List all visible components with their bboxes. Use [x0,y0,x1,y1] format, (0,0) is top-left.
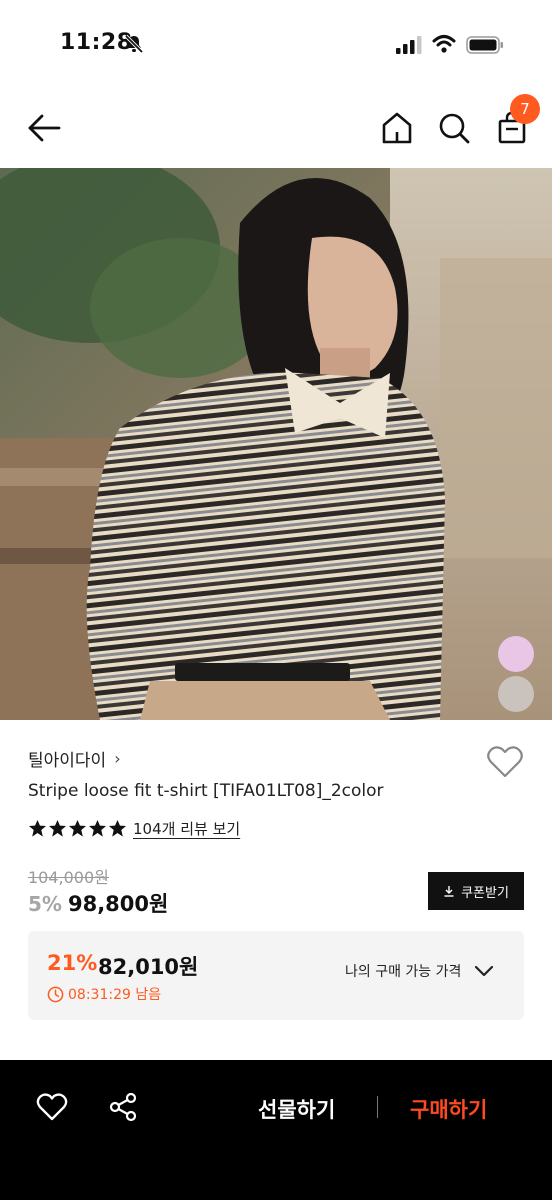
star-icon [108,819,127,837]
star-icon [88,819,107,837]
search-icon[interactable] [437,110,471,146]
rating-row: 104개 리뷰 보기 [28,818,240,839]
chevron-down-icon [475,965,494,977]
back-arrow-icon[interactable] [26,110,62,146]
star-icon [28,819,47,837]
star-icon [48,819,67,837]
heart-icon[interactable] [486,744,524,780]
my-price-toggle[interactable]: 나의 구매 가능 가격 [345,961,495,981]
clock-icon [47,986,64,1002]
original-price: 104,000원 [28,868,109,887]
gift-button[interactable]: 선물하기 [258,1094,335,1124]
rating-stars [28,819,127,838]
chevron-right-icon: › [114,749,121,768]
cellular-signal-icon [396,36,422,54]
my-price-toggle-label: 나의 구매 가능 가격 [345,964,462,980]
product-title: Stripe loose fit t-shirt [TIFA01LT08]_2c… [28,781,384,801]
countdown-timer: 08:31:29 남음 [68,987,162,1003]
my-price-rate: 21% [47,951,98,975]
sale-price-row: 5% 98,800원 [28,888,168,918]
brand-link[interactable]: 틸아이다이 › [28,746,121,771]
bell-off-icon [124,34,144,54]
status-bar: 11:28 [0,0,552,90]
sale-price: 98,800원 [67,892,169,916]
color-option-grey[interactable] [498,676,534,712]
bottom-action-bar: 선물하기 구매하기 [0,1060,552,1200]
review-link[interactable]: 104개 리뷰 보기 [133,818,240,839]
color-option-pink[interactable] [498,636,534,672]
coupon-button-label: 쿠폰받기 [461,885,509,901]
home-icon[interactable] [380,110,414,146]
buy-button[interactable]: 구매하기 [410,1094,487,1124]
star-icon [68,819,87,837]
my-price-value: 82,010원 [98,955,199,979]
status-time: 11:28 [60,30,133,55]
discount-rate: 5% [28,892,62,916]
cart-count-badge: 7 [510,94,540,124]
share-icon[interactable] [108,1092,138,1122]
download-icon [444,886,454,897]
wifi-icon [432,35,456,53]
divider [377,1096,378,1118]
timer-row: 08:31:29 남음 [47,984,161,1004]
brand-name: 틸아이다이 [28,751,107,771]
top-nav [0,90,552,168]
product-photo [0,168,552,720]
my-price-box: 21% 82,010원 08:31:29 남음 나의 구매 가능 가격 [28,931,524,1020]
battery-icon [466,36,503,54]
coupon-download-button[interactable]: 쿠폰받기 [428,872,524,910]
product-hero-image[interactable] [0,168,552,720]
heart-icon[interactable] [36,1092,68,1122]
